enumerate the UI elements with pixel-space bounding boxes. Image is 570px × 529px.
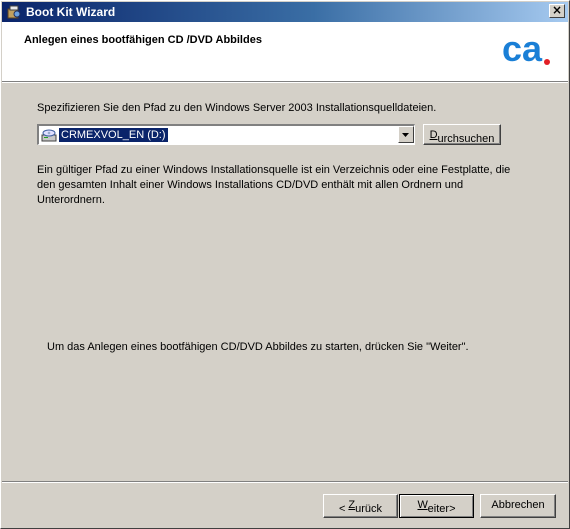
wizard-window: Boot Kit Wizard × Anlegen eines bootfähi…	[0, 0, 570, 529]
title-bar[interactable]: Boot Kit Wizard ×	[2, 2, 568, 22]
browse-button-label: Durchsuchen	[429, 129, 495, 145]
selected-path-value: CRMEXVOL_EN (D:)	[58, 127, 169, 143]
header-separator	[2, 82, 568, 83]
path-prompt: Spezifizieren Sie den Pfad zu den Window…	[37, 102, 437, 114]
ca-logo: ca	[502, 29, 550, 69]
ca-logo-text: ca	[502, 29, 543, 69]
combo-dropdown-button[interactable]	[398, 126, 414, 143]
back-button-label: < Zurück	[338, 499, 383, 515]
back-button[interactable]: < Zurück	[323, 494, 398, 518]
continue-instruction: Um das Anlegen eines bootfähigen CD/DVD …	[47, 341, 469, 353]
source-path-combobox[interactable]: CRMEXVOL_EN (D:)	[37, 124, 415, 145]
page-title: Anlegen eines bootfähigen CD /DVD Abbild…	[24, 34, 262, 46]
cd-drive-icon	[41, 129, 57, 142]
next-button[interactable]: Weiter>	[399, 494, 474, 518]
path-description: Ein gültiger Pfad zu einer Windows Insta…	[37, 164, 511, 206]
close-button[interactable]: ×	[549, 4, 565, 18]
close-icon: ×	[551, 3, 563, 17]
wizard-app-icon	[7, 5, 21, 19]
next-button-label: Weiter>	[417, 499, 456, 515]
wizard-header: Anlegen eines bootfähigen CD /DVD Abbild…	[2, 22, 568, 82]
cancel-button[interactable]: Abbrechen	[480, 494, 556, 518]
ca-logo-dot	[544, 59, 550, 65]
window-title: Boot Kit Wizard	[26, 5, 116, 19]
chevron-down-icon	[402, 133, 409, 137]
cancel-button-label: Abbrechen	[491, 499, 545, 511]
footer-separator	[2, 481, 568, 483]
browse-button[interactable]: Durchsuchen	[423, 124, 501, 145]
